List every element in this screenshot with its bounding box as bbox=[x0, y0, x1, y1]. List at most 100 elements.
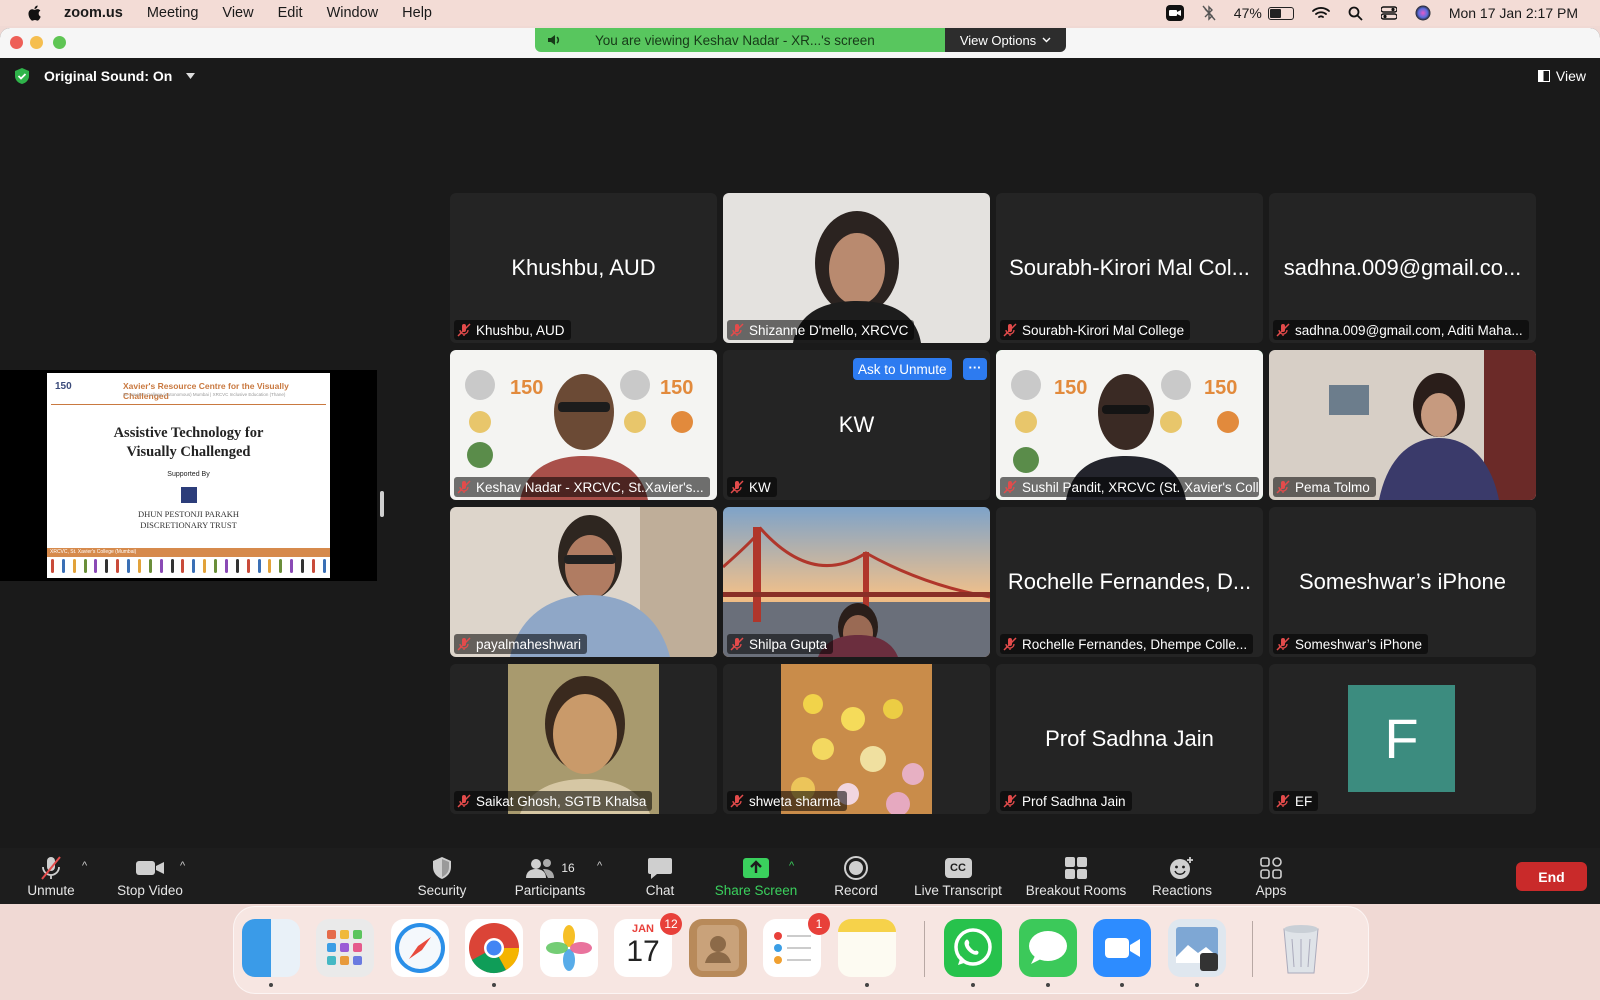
zoom-app-icon[interactable] bbox=[1093, 919, 1151, 977]
original-sound-control[interactable]: Original Sound: On bbox=[14, 67, 196, 85]
participant-tile[interactable]: Sourabh-Kirori Mal Col... Sourabh-Kirori… bbox=[996, 193, 1263, 343]
finder-app-icon[interactable] bbox=[242, 919, 300, 977]
ask-to-unmute-button[interactable]: Ask to Unmute bbox=[853, 358, 952, 380]
breakout-rooms-icon bbox=[1065, 856, 1087, 879]
participant-tile[interactable]: Shizanne D'mello, XRCVC bbox=[723, 193, 990, 343]
split-view-drag-handle[interactable] bbox=[380, 491, 384, 517]
participant-name-label: payalmaheshwari bbox=[454, 634, 588, 654]
menu-edit[interactable]: Edit bbox=[278, 5, 303, 21]
whatsapp-phone-icon bbox=[954, 928, 992, 966]
fullscreen-window-button[interactable] bbox=[53, 36, 66, 49]
bluetooth-off-icon[interactable] bbox=[1202, 5, 1216, 21]
apps-button[interactable]: Apps bbox=[1248, 848, 1294, 904]
control-center-icon[interactable] bbox=[1380, 6, 1397, 20]
dock-separator bbox=[924, 921, 925, 977]
participant-tile[interactable]: Khushbu, AUD Khushbu, AUD bbox=[450, 193, 717, 343]
smiley-plus-icon bbox=[1170, 856, 1193, 879]
menu-app-name[interactable]: zoom.us bbox=[64, 5, 123, 21]
security-button[interactable]: Security bbox=[410, 848, 474, 904]
notes-app-icon[interactable] bbox=[838, 919, 896, 977]
shield-check-icon[interactable] bbox=[14, 67, 30, 85]
audio-options-caret-icon[interactable]: ^ bbox=[82, 860, 87, 872]
participant-label-text: Khushbu, AUD bbox=[476, 322, 565, 338]
participant-tile[interactable]: sadhna.009@gmail.co... sadhna.009@gmail.… bbox=[1269, 193, 1536, 343]
dock-separator bbox=[1252, 921, 1253, 977]
person-figure bbox=[311, 559, 315, 573]
participant-label-text: KW bbox=[749, 479, 771, 495]
menubar-clock[interactable]: Mon 17 Jan 2:17 PM bbox=[1449, 5, 1578, 21]
participant-tile[interactable]: shweta sharma bbox=[723, 664, 990, 814]
security-label: Security bbox=[417, 882, 467, 898]
unmute-button[interactable]: Unmute bbox=[22, 848, 80, 904]
reactions-button[interactable]: Reactions bbox=[1146, 848, 1218, 904]
breakout-rooms-button[interactable]: Breakout Rooms bbox=[1020, 848, 1132, 904]
speech-bubble-icon bbox=[1029, 931, 1067, 964]
safari-app-icon[interactable] bbox=[391, 919, 449, 977]
person-figure bbox=[279, 559, 283, 573]
preview-app-icon[interactable] bbox=[1168, 919, 1226, 977]
battery-indicator[interactable]: 47% bbox=[1234, 5, 1294, 21]
participant-tile[interactable]: Prof Sadhna Jain Prof Sadhna Jain bbox=[996, 664, 1263, 814]
spotlight-search-icon[interactable] bbox=[1348, 6, 1363, 21]
muted-mic-icon bbox=[457, 637, 471, 651]
share-screen-caret-icon[interactable]: ^ bbox=[789, 860, 794, 872]
siri-icon[interactable] bbox=[1415, 5, 1431, 21]
slide-header: 150 Xavier's Resource Centre for the Vis… bbox=[51, 377, 326, 405]
menu-window[interactable]: Window bbox=[327, 5, 379, 21]
participant-tile[interactable]: 150 150 Keshav Nadar - XRCVC, St.Xavier'… bbox=[450, 350, 717, 500]
menu-meeting[interactable]: Meeting bbox=[147, 5, 199, 21]
participant-tile[interactable]: Pema Tolmo bbox=[1269, 350, 1536, 500]
compass-icon bbox=[395, 923, 445, 973]
chrome-logo-icon bbox=[469, 923, 520, 974]
caret-down-icon[interactable] bbox=[186, 73, 196, 79]
trash-app-icon[interactable] bbox=[1272, 919, 1330, 977]
launchpad-app-icon[interactable] bbox=[316, 919, 374, 977]
video-options-caret-icon[interactable]: ^ bbox=[180, 860, 185, 872]
participant-label-text: Rochelle Fernandes, Dhempe Colle... bbox=[1022, 636, 1248, 652]
chat-button[interactable]: Chat bbox=[630, 848, 690, 904]
shared-screen-view[interactable]: 150 Xavier's Resource Centre for the Vis… bbox=[0, 370, 377, 581]
zoom-status-icon[interactable] bbox=[1165, 5, 1184, 21]
more-options-button[interactable]: ··· bbox=[963, 358, 987, 380]
share-screen-button[interactable]: Share Screen bbox=[710, 848, 802, 904]
slide-org-name: Xavier's Resource Centre for the Visuall… bbox=[123, 381, 289, 401]
participant-tile[interactable]: Shilpa Gupta bbox=[723, 507, 990, 657]
chrome-app-icon[interactable] bbox=[465, 919, 523, 977]
contacts-app-icon[interactable] bbox=[689, 919, 747, 977]
messages-app-icon[interactable] bbox=[1019, 919, 1077, 977]
participants-button[interactable]: 16 Participants bbox=[510, 848, 590, 904]
live-transcript-button[interactable]: CC Live Transcript bbox=[908, 848, 1008, 904]
chevron-down-icon bbox=[1042, 37, 1051, 43]
participant-tile[interactable]: KW Ask to Unmute ··· KW bbox=[723, 350, 990, 500]
participant-tile[interactable]: payalmaheshwari bbox=[450, 507, 717, 657]
view-layout-button[interactable]: View bbox=[1537, 68, 1586, 84]
close-window-button[interactable] bbox=[10, 36, 23, 49]
people-figures-graphic bbox=[47, 559, 330, 575]
participant-tile-active-speaker[interactable]: 150 150 Sushil Pandit, XRCVC (St. Xavier… bbox=[996, 350, 1263, 500]
participant-name-label: Khushbu, AUD bbox=[454, 320, 571, 340]
share-screen-label: Share Screen bbox=[714, 882, 798, 898]
end-meeting-button[interactable]: End bbox=[1516, 862, 1587, 891]
view-options-button[interactable]: View Options bbox=[945, 28, 1066, 52]
stop-video-button[interactable]: Stop Video bbox=[113, 848, 187, 904]
macos-menubar: zoom.us Meeting View Edit Window Help 47… bbox=[0, 0, 1600, 26]
person-figure bbox=[224, 559, 228, 573]
apple-logo-icon[interactable] bbox=[24, 4, 46, 22]
photos-app-icon[interactable] bbox=[540, 919, 598, 977]
muted-mic-icon bbox=[1003, 480, 1017, 494]
participants-caret-icon[interactable]: ^ bbox=[597, 860, 602, 872]
minimize-window-button[interactable] bbox=[30, 36, 43, 49]
record-button[interactable]: Record bbox=[826, 848, 886, 904]
macos-dock: JAN 17 12 1 bbox=[233, 906, 1369, 994]
view-options-label: View Options bbox=[959, 32, 1037, 48]
menu-help[interactable]: Help bbox=[402, 5, 432, 21]
participant-tile[interactable]: Saikat Ghosh, SGTB Khalsa bbox=[450, 664, 717, 814]
participant-name-label: shweta sharma bbox=[727, 791, 847, 811]
participant-tile[interactable]: Someshwar’s iPhone Someshwar’s iPhone bbox=[1269, 507, 1536, 657]
wifi-icon[interactable] bbox=[1311, 6, 1330, 20]
whatsapp-app-icon[interactable] bbox=[944, 919, 1002, 977]
menu-view[interactable]: View bbox=[222, 5, 253, 21]
participant-tile[interactable]: F EF bbox=[1269, 664, 1536, 814]
participant-tile[interactable]: Rochelle Fernandes, D... Rochelle Fernan… bbox=[996, 507, 1263, 657]
person-figure bbox=[235, 559, 239, 573]
